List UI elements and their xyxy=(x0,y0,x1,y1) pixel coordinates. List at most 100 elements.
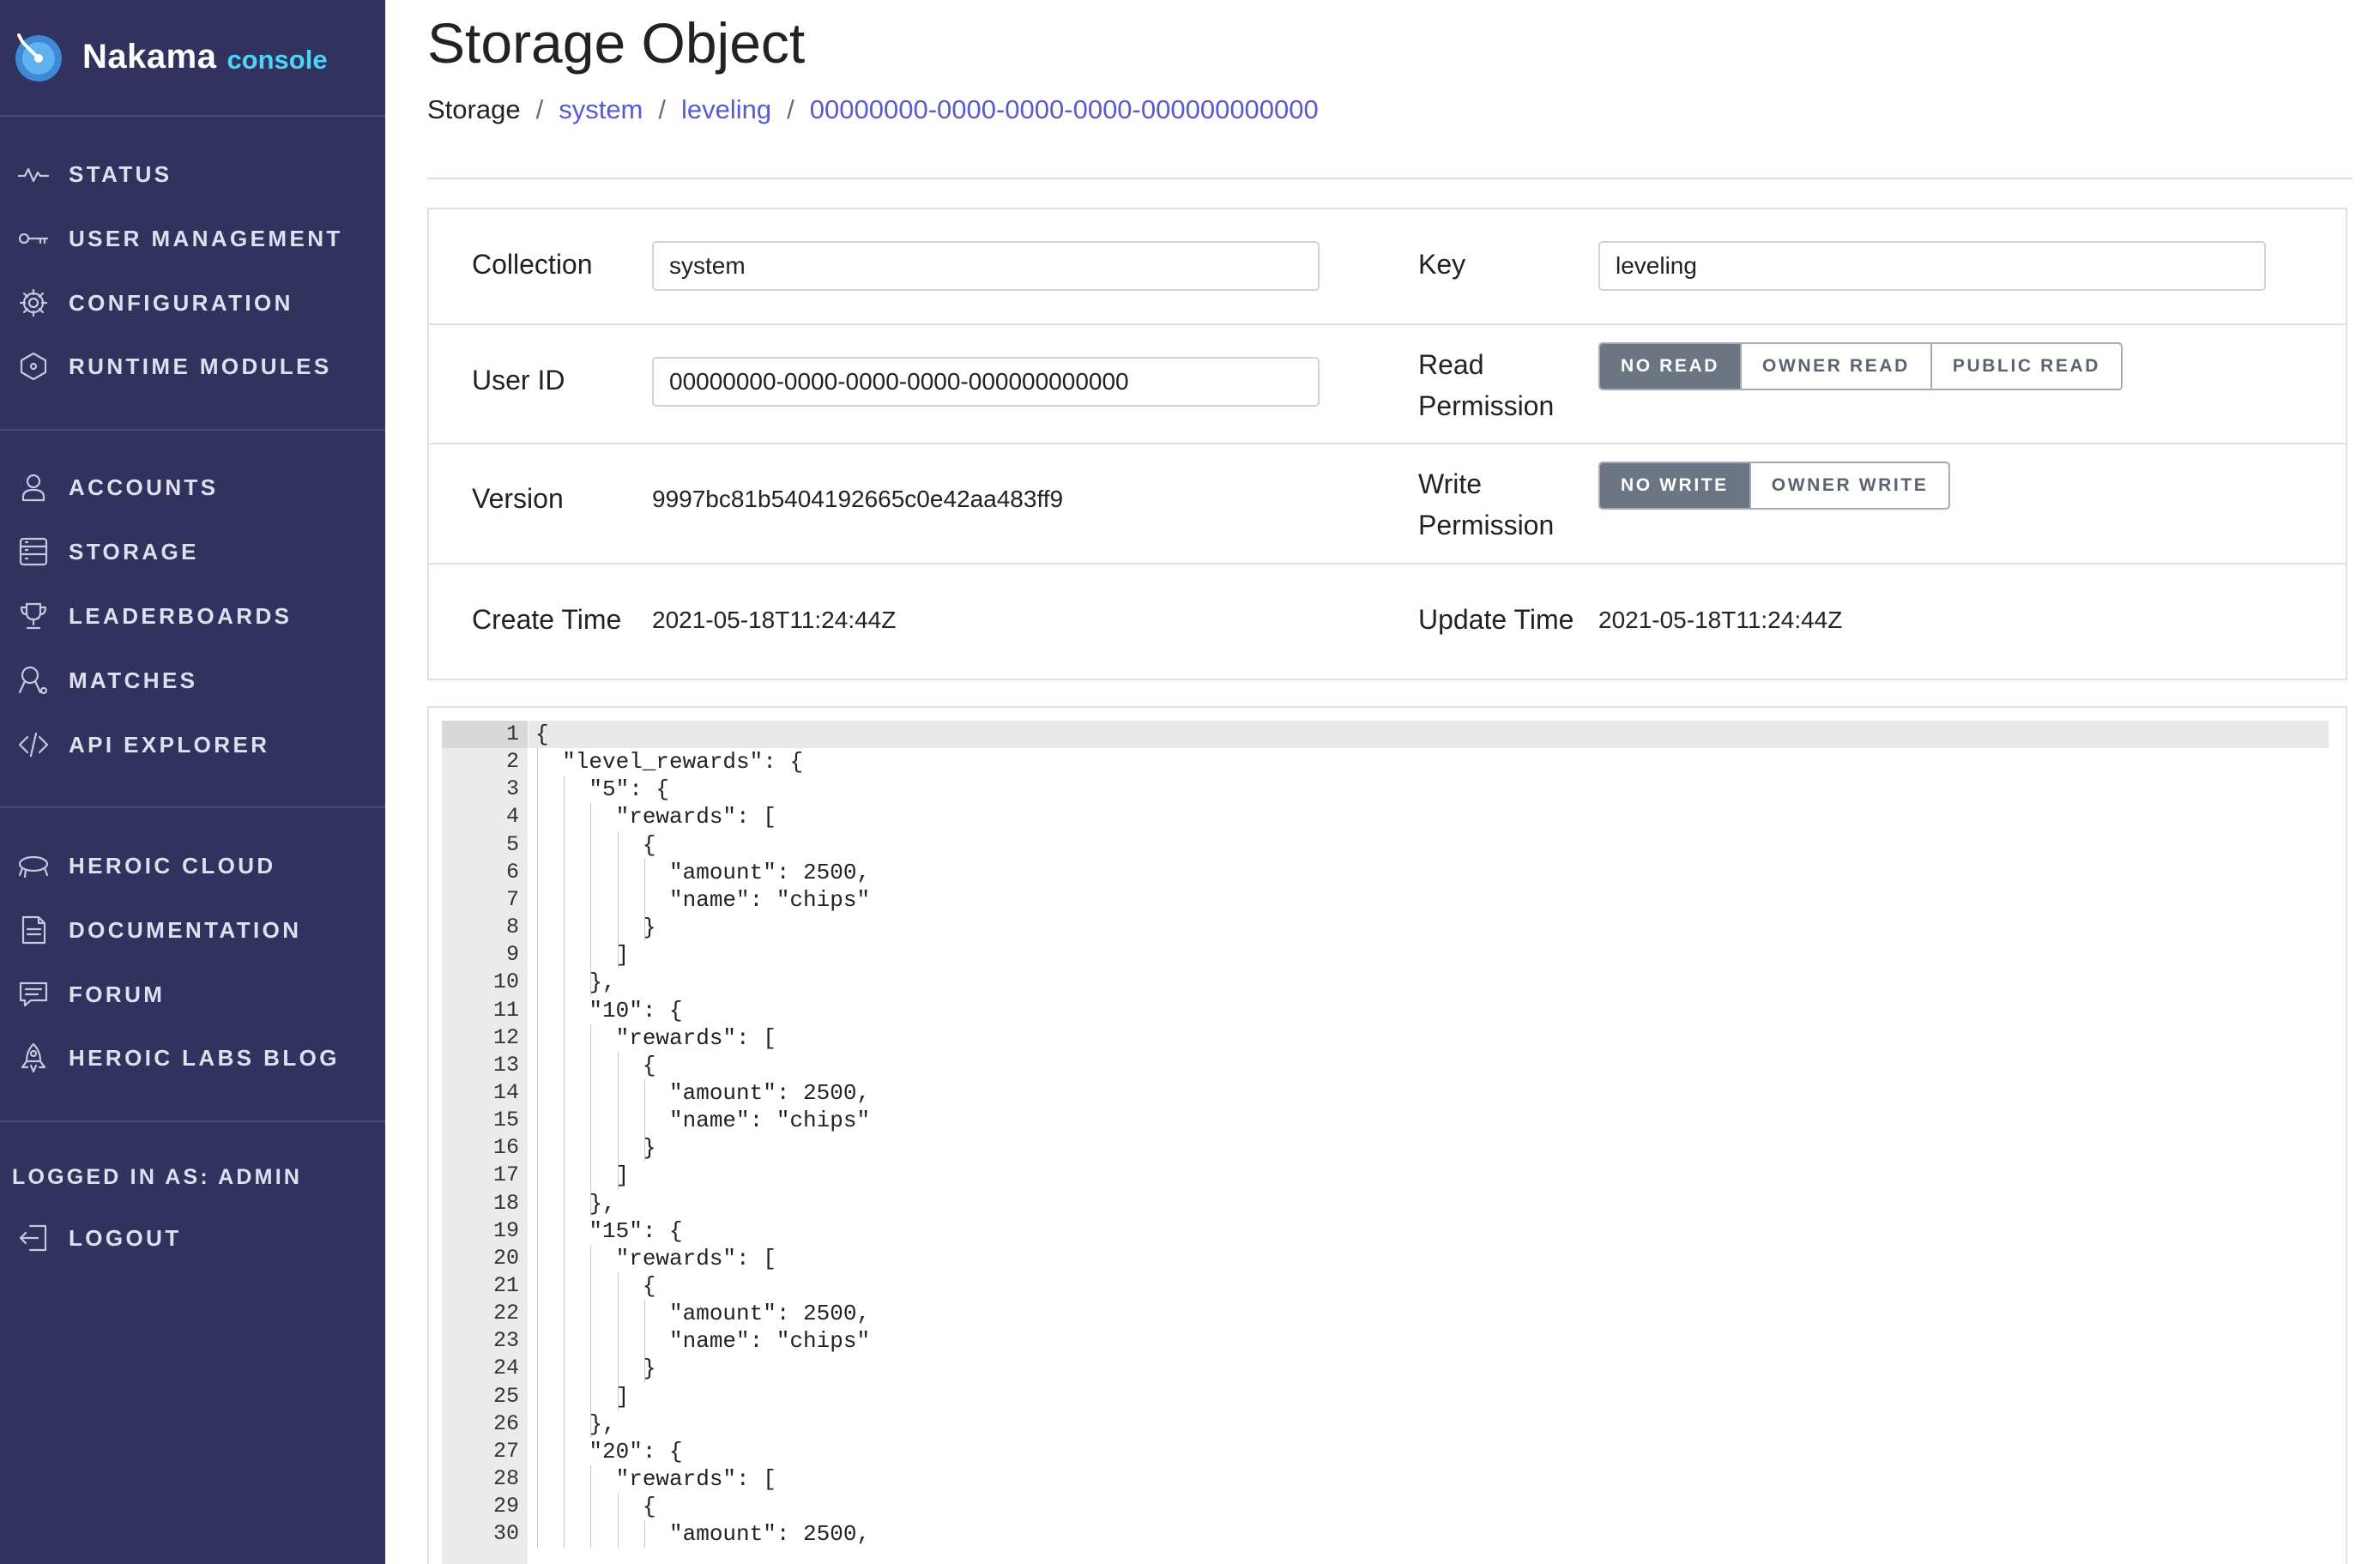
sidebar-item-runtime-modules[interactable]: RUNTIME MODULES xyxy=(15,347,332,385)
logout-button[interactable]: LOGOUT xyxy=(15,1219,182,1257)
collection-field[interactable] xyxy=(652,241,1320,291)
code-line: { xyxy=(535,1273,656,1299)
owner-write-button[interactable]: OWNER WRITE xyxy=(1749,463,1949,508)
read-permission-label-line1: Read xyxy=(1418,349,1484,380)
version-label: Version xyxy=(472,483,564,514)
code-line: ] xyxy=(535,1383,630,1410)
line-number: 3 xyxy=(505,776,519,802)
sidebar-item-heroic-cloud[interactable]: HEROIC CLOUD xyxy=(15,847,276,885)
sidebar-item-label: STATUS xyxy=(69,160,172,187)
indent-guide xyxy=(617,1272,619,1410)
json-value-editor[interactable]: { "level_rewards": { "5": { "rewards": [… xyxy=(427,706,2347,1564)
breadcrumb: Storage / system / leveling / 00000000-0… xyxy=(427,94,1319,125)
public-read-button[interactable]: PUBLIC READ xyxy=(1930,344,2121,389)
sidebar-item-heroic-labs-blog[interactable]: HEROIC LABS BLOG xyxy=(15,1039,340,1077)
sidebar-item-label: FORUM xyxy=(69,981,166,1007)
indent-guide xyxy=(590,1465,592,1549)
document-icon xyxy=(15,912,51,948)
brand[interactable]: Nakama console xyxy=(12,29,328,84)
active-line-highlight xyxy=(529,721,2329,748)
module-icon xyxy=(15,348,51,384)
code-line: "amount": 2500, xyxy=(535,1521,871,1548)
sidebar-item-configuration[interactable]: CONFIGURATION xyxy=(15,284,293,322)
sidebar-item-leaderboards[interactable]: LEADERBOARDS xyxy=(15,597,292,635)
code-line: { xyxy=(535,831,656,858)
object-details-card: Collection Key User ID Read Permission N… xyxy=(427,208,2347,680)
code-line: }, xyxy=(535,1410,616,1437)
code-line: "rewards": [ xyxy=(535,1024,776,1051)
code-line: "rewards": [ xyxy=(535,804,776,830)
line-number: 21 xyxy=(492,1273,519,1298)
line-number: 16 xyxy=(492,1135,519,1161)
line-number: 2 xyxy=(505,749,519,775)
breadcrumb-storage: Storage xyxy=(427,94,521,124)
key-icon xyxy=(15,220,51,257)
brand-subtitle: console xyxy=(227,45,328,75)
breadcrumb-key-link[interactable]: leveling xyxy=(681,94,771,125)
read-permission-label: Read Permission xyxy=(1418,344,1554,426)
owner-read-button[interactable]: OWNER READ xyxy=(1740,344,1930,389)
write-permission-label-line2: Permission xyxy=(1418,510,1555,540)
key-field[interactable] xyxy=(1598,241,2266,291)
code-line: "name": "chips" xyxy=(535,1328,871,1355)
no-read-button[interactable]: NO READ xyxy=(1600,344,1741,389)
sidebar: Nakama console STATUS USER MANAGEMENT CO… xyxy=(0,0,385,1564)
sidebar-divider xyxy=(0,1120,385,1122)
code-icon xyxy=(15,727,51,763)
sidebar-item-storage[interactable]: STORAGE xyxy=(15,533,199,571)
create-time-value: 2021-05-18T11:24:44Z xyxy=(652,607,897,633)
version-value: 9997bc81b5404192665c0e42aa483ff9 xyxy=(652,486,1064,512)
sidebar-divider xyxy=(0,806,385,808)
indent-guide xyxy=(590,1244,592,1438)
line-number: 15 xyxy=(492,1108,519,1133)
user-icon xyxy=(15,469,51,505)
user-id-label: User ID xyxy=(472,365,565,396)
sidebar-item-status[interactable]: STATUS xyxy=(15,155,172,193)
sidebar-item-api-explorer[interactable]: API EXPLORER xyxy=(15,726,269,764)
code-area[interactable]: { "level_rewards": { "5": { "rewards": [… xyxy=(529,721,2330,1564)
sidebar-item-user-management[interactable]: USER MANAGEMENT xyxy=(15,220,343,257)
line-number: 11 xyxy=(492,997,519,1023)
user-id-field[interactable] xyxy=(652,357,1320,407)
code-line: "amount": 2500, xyxy=(535,859,871,885)
read-permission-label-line2: Permission xyxy=(1418,390,1555,421)
sidebar-item-label: HEROIC CLOUD xyxy=(69,852,276,879)
breadcrumb-separator: / xyxy=(787,94,794,124)
update-time-label: Update Time xyxy=(1418,604,1574,635)
line-number: 8 xyxy=(505,915,519,940)
cloud-icon xyxy=(15,848,51,884)
line-number: 6 xyxy=(505,859,519,885)
write-permission-label-line1: Write xyxy=(1418,468,1483,499)
sidebar-item-label: LOGOUT xyxy=(69,1224,182,1251)
matches-icon xyxy=(15,662,51,698)
code-line: "20": { xyxy=(535,1438,683,1464)
no-write-button[interactable]: NO WRITE xyxy=(1600,463,1749,508)
line-number: 10 xyxy=(492,969,519,995)
sidebar-item-documentation[interactable]: DOCUMENTATION xyxy=(15,911,301,949)
code-line: "name": "chips" xyxy=(535,1108,871,1134)
sidebar-item-accounts[interactable]: ACCOUNTS xyxy=(15,468,219,506)
indent-guide xyxy=(590,803,592,997)
breadcrumb-collection-link[interactable]: system xyxy=(559,94,643,125)
code-line: }, xyxy=(535,969,616,996)
sidebar-item-matches[interactable]: MATCHES xyxy=(15,661,197,699)
row-divider xyxy=(429,443,2346,444)
sidebar-item-label: ACCOUNTS xyxy=(69,474,219,500)
code-line: "rewards": [ xyxy=(535,1245,776,1271)
sidebar-item-label: DOCUMENTATION xyxy=(69,916,302,943)
line-number: 7 xyxy=(505,886,519,912)
gear-icon xyxy=(15,285,51,321)
indent-guide xyxy=(643,1520,645,1549)
sidebar-item-label: MATCHES xyxy=(69,667,198,693)
code-line: } xyxy=(535,1135,656,1162)
sidebar-item-forum[interactable]: FORUM xyxy=(15,975,165,1013)
breadcrumb-user-link[interactable]: 00000000-0000-0000-0000-000000000000 xyxy=(810,94,1319,125)
indent-guide xyxy=(643,1078,645,1162)
rocket-icon xyxy=(15,1040,51,1076)
line-number: 23 xyxy=(492,1328,519,1354)
sidebar-item-label: API EXPLORER xyxy=(69,731,270,758)
write-permission-group: NO WRITE OWNER WRITE xyxy=(1598,462,1951,510)
indent-guide xyxy=(590,1024,592,1217)
line-number: 1 xyxy=(505,722,519,746)
code-line: "rewards": [ xyxy=(535,1466,776,1493)
